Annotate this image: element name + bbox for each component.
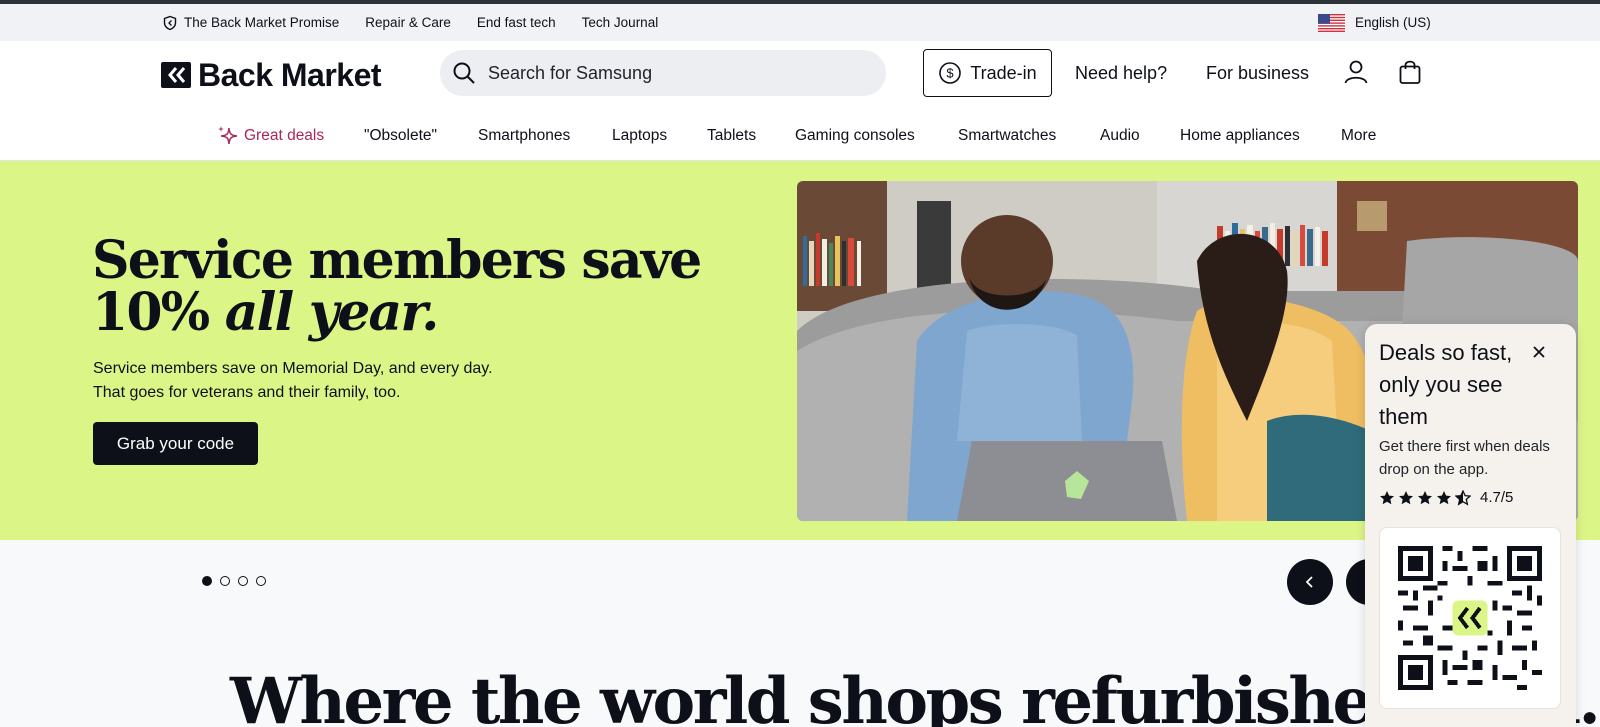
half-star-icon: [1455, 489, 1471, 506]
nav-more[interactable]: More: [1341, 123, 1376, 149]
hero-title-line2: 10% all year.: [92, 287, 700, 339]
language-label: English (US): [1355, 15, 1431, 30]
logo-mark-icon: [160, 61, 192, 89]
hero-subtitle-line2: That goes for veterans and their family,…: [93, 384, 401, 401]
promo-text: Get there first when deals drop on the a…: [1379, 438, 1550, 478]
trade-in-button[interactable]: $ Trade-in: [923, 49, 1052, 97]
nav-smartphones[interactable]: Smartphones: [478, 123, 570, 149]
rating-value: 4.7/5: [1480, 489, 1514, 506]
category-nav: Great deals "Obsolete" Smartphones Lapto…: [0, 111, 1600, 161]
back-market-logo[interactable]: Back Market: [160, 55, 382, 95]
shield-icon: [162, 15, 178, 31]
qr-code-card: [1379, 527, 1561, 709]
qr-code-icon: [1398, 546, 1542, 690]
logo-text: Back Market: [198, 56, 382, 93]
nav-laptops[interactable]: Laptops: [612, 123, 667, 149]
star-icon: [1398, 490, 1414, 506]
close-icon[interactable]: [1525, 338, 1553, 366]
carousel-dots: [202, 576, 266, 586]
us-flag-icon: [1318, 13, 1345, 32]
star-icon: [1417, 490, 1433, 506]
sparkle-icon: [216, 124, 240, 148]
nav-gaming-consoles[interactable]: Gaming consoles: [795, 123, 915, 149]
repair-care-link-label: Repair & Care: [365, 15, 451, 30]
hero-title: Service members save 10% all year.: [92, 235, 702, 339]
carousel-prev-button[interactable]: [1287, 559, 1333, 605]
end-fast-tech-link[interactable]: End fast tech: [477, 15, 556, 30]
dollar-circle-icon: $: [938, 61, 962, 85]
promise-link[interactable]: The Back Market Promise: [162, 15, 339, 31]
promo-title: Deals so fast, only you see them: [1379, 340, 1513, 429]
tech-journal-link-label: Tech Journal: [581, 15, 659, 30]
nav-obsolete[interactable]: "Obsolete": [364, 123, 437, 149]
need-help-link[interactable]: Need help?: [1075, 50, 1167, 96]
tech-journal-link[interactable]: Tech Journal: [582, 15, 659, 30]
svg-text:$: $: [947, 66, 955, 81]
nav-tablets[interactable]: Tablets: [707, 123, 756, 149]
trade-in-label: Trade-in: [970, 62, 1037, 83]
hero-subtitle-line1: Service members save on Memorial Day, an…: [93, 360, 493, 377]
carousel-controls: [0, 540, 1600, 610]
main-header: Back Market $ Trade-in Need help? For bu…: [0, 41, 1600, 111]
utility-bar: The Back Market Promise Repair & Care En…: [0, 4, 1600, 41]
carousel-dot-1[interactable]: [202, 576, 212, 586]
nav-great-deals[interactable]: Great deals: [216, 123, 324, 149]
promise-link-label: The Back Market Promise: [184, 15, 340, 30]
hero-title-percent: 10%: [92, 282, 210, 343]
language-selector[interactable]: English (US): [1318, 4, 1431, 41]
tagline-section: Where the world shops refurbished tech.: [0, 610, 1600, 727]
hero-banner: Service members save 10% all year. Servi…: [0, 161, 1600, 540]
search-icon: [452, 61, 476, 85]
user-icon[interactable]: [1342, 58, 1370, 86]
repair-care-link[interactable]: Repair & Care: [365, 15, 451, 30]
carousel-dot-2[interactable]: [220, 576, 230, 586]
app-promo-popup: Deals so fast, only you see them Get the…: [1365, 324, 1576, 727]
app-rating: 4.7/5: [1379, 489, 1513, 506]
nav-great-deals-label: Great deals: [244, 127, 325, 144]
carousel-dot-3[interactable]: [238, 576, 248, 586]
nav-smartwatches[interactable]: Smartwatches: [958, 123, 1056, 149]
nav-audio[interactable]: Audio: [1100, 123, 1140, 149]
search-bar[interactable]: [440, 50, 886, 96]
search-input[interactable]: [488, 62, 848, 84]
star-icon: [1436, 490, 1452, 506]
shopping-bag-icon[interactable]: [1396, 58, 1424, 86]
grab-code-button[interactable]: Grab your code: [93, 422, 258, 465]
hero-title-emphasis: all year.: [224, 282, 440, 343]
carousel-dot-4[interactable]: [256, 576, 266, 586]
star-icon: [1379, 490, 1395, 506]
utility-links: The Back Market Promise Repair & Care En…: [162, 4, 658, 41]
end-fast-tech-link-label: End fast tech: [476, 15, 556, 30]
chevron-left-icon: [1302, 574, 1318, 590]
for-business-link[interactable]: For business: [1206, 50, 1309, 96]
nav-home-appliances[interactable]: Home appliances: [1180, 123, 1300, 149]
hero-subtitle: Service members save on Memorial Day, an…: [93, 357, 573, 405]
